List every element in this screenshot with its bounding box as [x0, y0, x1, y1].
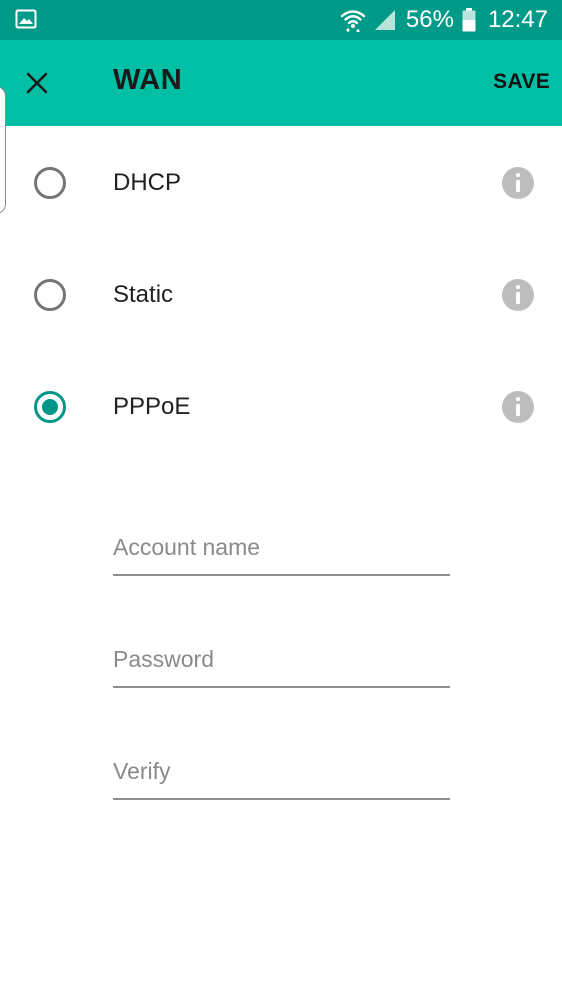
page-title: WAN — [113, 64, 183, 96]
pppoe-radio[interactable] — [34, 391, 66, 423]
dhcp-label: DHCP — [113, 169, 182, 196]
status-time: 12:47 — [487, 6, 548, 33]
gallery-icon — [15, 9, 37, 29]
verify-password-input[interactable] — [113, 752, 450, 800]
signal-icon — [374, 10, 395, 30]
battery-icon — [462, 8, 476, 32]
wifi-icon — [340, 10, 366, 32]
option-dhcp[interactable]: DHCP — [0, 138, 562, 228]
pppoe-info-icon[interactable] — [502, 391, 534, 423]
status-icons: 56% 12:47 — [340, 0, 548, 40]
pppoe-label: PPPoE — [113, 393, 191, 420]
static-info-icon[interactable] — [502, 279, 534, 311]
account-name-input[interactable] — [113, 528, 450, 576]
dhcp-radio[interactable] — [34, 167, 66, 199]
wan-settings-screen: 56% 12:47 WAN SAVE DHCP Static PPPoE Acc… — [0, 0, 562, 999]
dhcp-info-icon[interactable] — [502, 167, 534, 199]
static-radio[interactable] — [34, 279, 66, 311]
battery-percentage: 56% — [405, 6, 454, 33]
password-input[interactable] — [113, 640, 450, 688]
status-bar: 56% 12:47 — [0, 0, 562, 40]
close-button[interactable] — [14, 60, 60, 106]
static-label: Static — [113, 281, 174, 308]
save-button[interactable]: SAVE — [493, 70, 550, 94]
option-static[interactable]: Static — [0, 250, 562, 340]
app-bar: WAN SAVE — [0, 40, 562, 126]
option-pppoe[interactable]: PPPoE — [0, 362, 562, 452]
close-icon — [26, 72, 48, 94]
